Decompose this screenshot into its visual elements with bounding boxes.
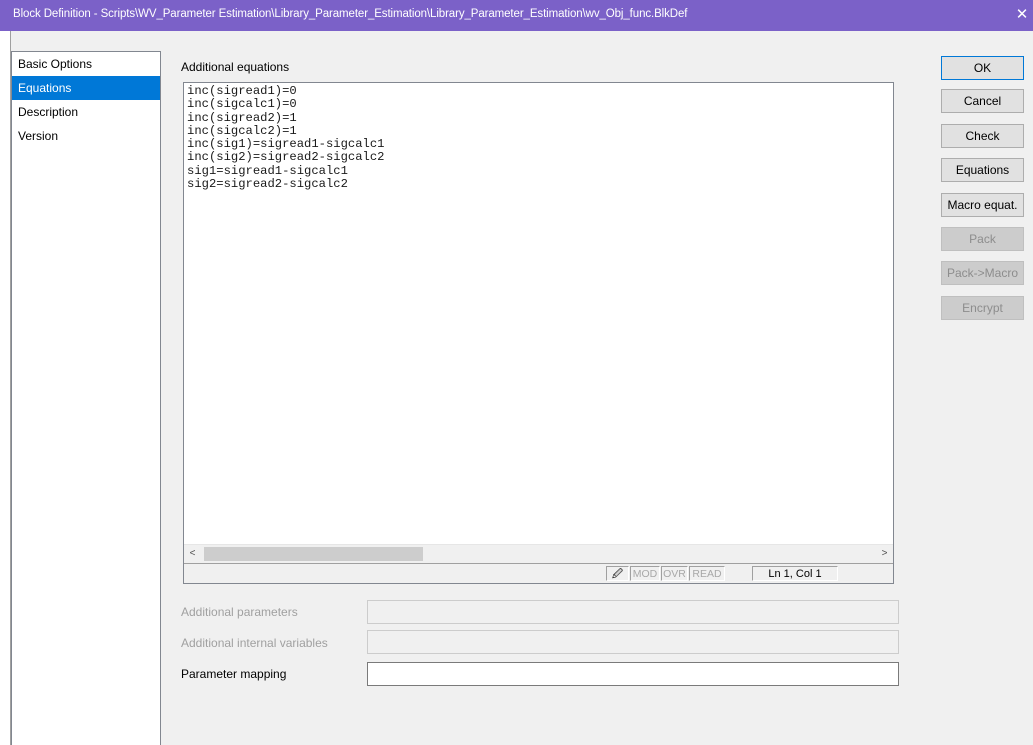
scroll-left-icon[interactable]: < [184,545,201,564]
nav-item-version[interactable]: Version [12,124,160,148]
scrollbar-thumb[interactable] [204,547,423,561]
additional-parameters-label: Additional parameters [181,605,298,619]
horizontal-scrollbar[interactable]: < > [184,544,893,563]
cancel-button[interactable]: Cancel [941,89,1024,113]
status-ovr: OVR [661,566,688,581]
additional-internal-variables-field [367,630,899,654]
macro-equat-button[interactable]: Macro equat. [941,193,1024,217]
window-title: Block Definition - Scripts\WV_Parameter … [13,8,688,20]
window-left-edge [0,31,11,745]
status-read: READ [689,566,725,581]
additional-equations-label: Additional equations [181,60,290,74]
editor-status-bar: 🖉 MOD OVR READ Ln 1, Col 1 [184,563,893,583]
parameter-mapping-label: Parameter mapping [181,667,287,681]
close-icon[interactable]: ✕ [1011,0,1033,31]
additional-internal-variables-label: Additional internal variables [181,636,328,650]
equations-button[interactable]: Equations [941,158,1024,182]
scroll-right-icon[interactable]: > [876,545,893,564]
cursor-position: Ln 1, Col 1 [752,566,838,581]
ok-button[interactable]: OK [941,56,1024,80]
pack-macro-button: Pack->Macro [941,261,1024,285]
equations-editor[interactable]: inc(sigread1)=0 inc(sigcalc1)=0 inc(sigr… [183,82,894,584]
category-list[interactable]: Basic Options Equations Description Vers… [11,51,161,745]
pack-button: Pack [941,227,1024,251]
status-mod: MOD [630,566,660,581]
additional-parameters-field [367,600,899,624]
encrypt-button: Encrypt [941,296,1024,320]
check-button[interactable]: Check [941,124,1024,148]
pen-icon: 🖉 [606,566,629,581]
nav-item-basic-options[interactable]: Basic Options [12,52,160,76]
nav-item-description[interactable]: Description [12,100,160,124]
nav-item-equations[interactable]: Equations [12,76,160,100]
title-bar: Block Definition - Scripts\WV_Parameter … [0,0,1033,31]
equations-code[interactable]: inc(sigread1)=0 inc(sigcalc1)=0 inc(sigr… [187,85,890,545]
parameter-mapping-field[interactable] [367,662,899,686]
